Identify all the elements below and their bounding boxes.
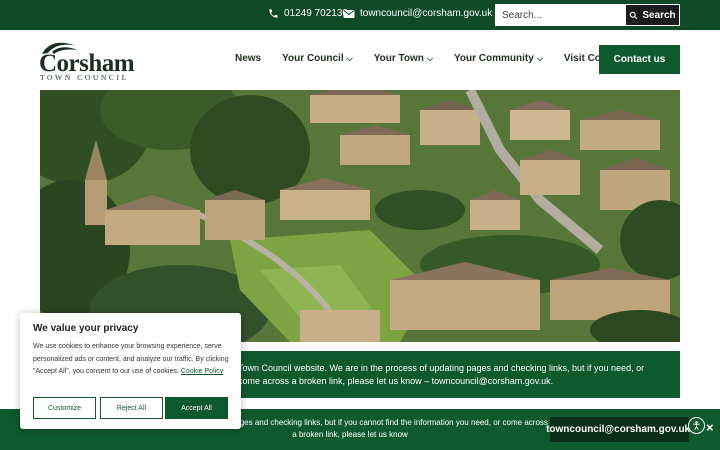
hero-aerial-image: [40, 90, 680, 342]
site-logo[interactable]: Corsham TOWN COUNCIL: [38, 40, 138, 82]
logo-subtitle: TOWN COUNCIL: [40, 73, 129, 82]
notice-text: Town Council website. We are in the proc…: [238, 363, 645, 386]
nav-item-label: News: [235, 53, 262, 64]
phone-link[interactable]: 01249 702130: [268, 8, 348, 19]
search-icon: [629, 11, 638, 20]
nav-item-your-town[interactable]: Your Town ⌵: [374, 53, 433, 64]
cookie-reject-button[interactable]: Reject All: [100, 397, 163, 419]
cookie-consent-dialog: We value your privacy We use cookies to …: [20, 313, 241, 429]
search-input[interactable]: [496, 5, 626, 25]
email-address: towncouncil@corsham.gov.uk: [360, 8, 493, 19]
top-utility-bar: 01249 702130 towncouncil@corsham.gov.uk …: [0, 0, 720, 30]
close-icon[interactable]: ×: [706, 420, 714, 435]
cookie-title: We value your privacy: [33, 323, 139, 334]
email-link[interactable]: towncouncil@corsham.gov.uk: [343, 8, 492, 19]
nav-item-label: Your Council: [282, 53, 344, 64]
chevron-down-icon: ⌵: [536, 53, 543, 63]
phone-number: 01249 702130: [284, 8, 348, 19]
cookie-customize-button[interactable]: Customize: [33, 397, 96, 419]
site-header: Corsham TOWN COUNCIL News Your Council ⌵…: [0, 30, 720, 90]
nav-item-your-council[interactable]: Your Council ⌵: [282, 53, 353, 64]
phone-icon: [268, 8, 279, 19]
cookie-policy-link[interactable]: Cookie Policy: [181, 368, 223, 375]
chevron-down-icon: ⌵: [346, 53, 353, 63]
nav-item-label: Your Town: [373, 53, 424, 64]
accessibility-icon[interactable]: [688, 417, 705, 434]
chevron-down-icon: ⌵: [426, 53, 433, 63]
cookie-accept-button[interactable]: Accept All: [165, 397, 228, 419]
nav-item-your-community[interactable]: Your Community ⌵: [454, 53, 543, 64]
nav-item-label: Your Community: [453, 53, 534, 64]
mail-icon: [343, 9, 355, 19]
search-form: Search: [495, 4, 680, 26]
search-button-label: Search: [642, 9, 676, 21]
sticky-email-link[interactable]: towncouncil@corsham.gov.uk.: [546, 417, 693, 442]
search-button[interactable]: Search: [626, 5, 679, 25]
main-nav: News Your Council ⌵ Your Town ⌵ Your Com…: [235, 53, 652, 64]
cookie-body: We use cookies to enhance your browsing …: [33, 341, 233, 379]
nav-item-news[interactable]: News: [235, 53, 261, 64]
contact-us-button[interactable]: Contact us: [599, 45, 680, 74]
